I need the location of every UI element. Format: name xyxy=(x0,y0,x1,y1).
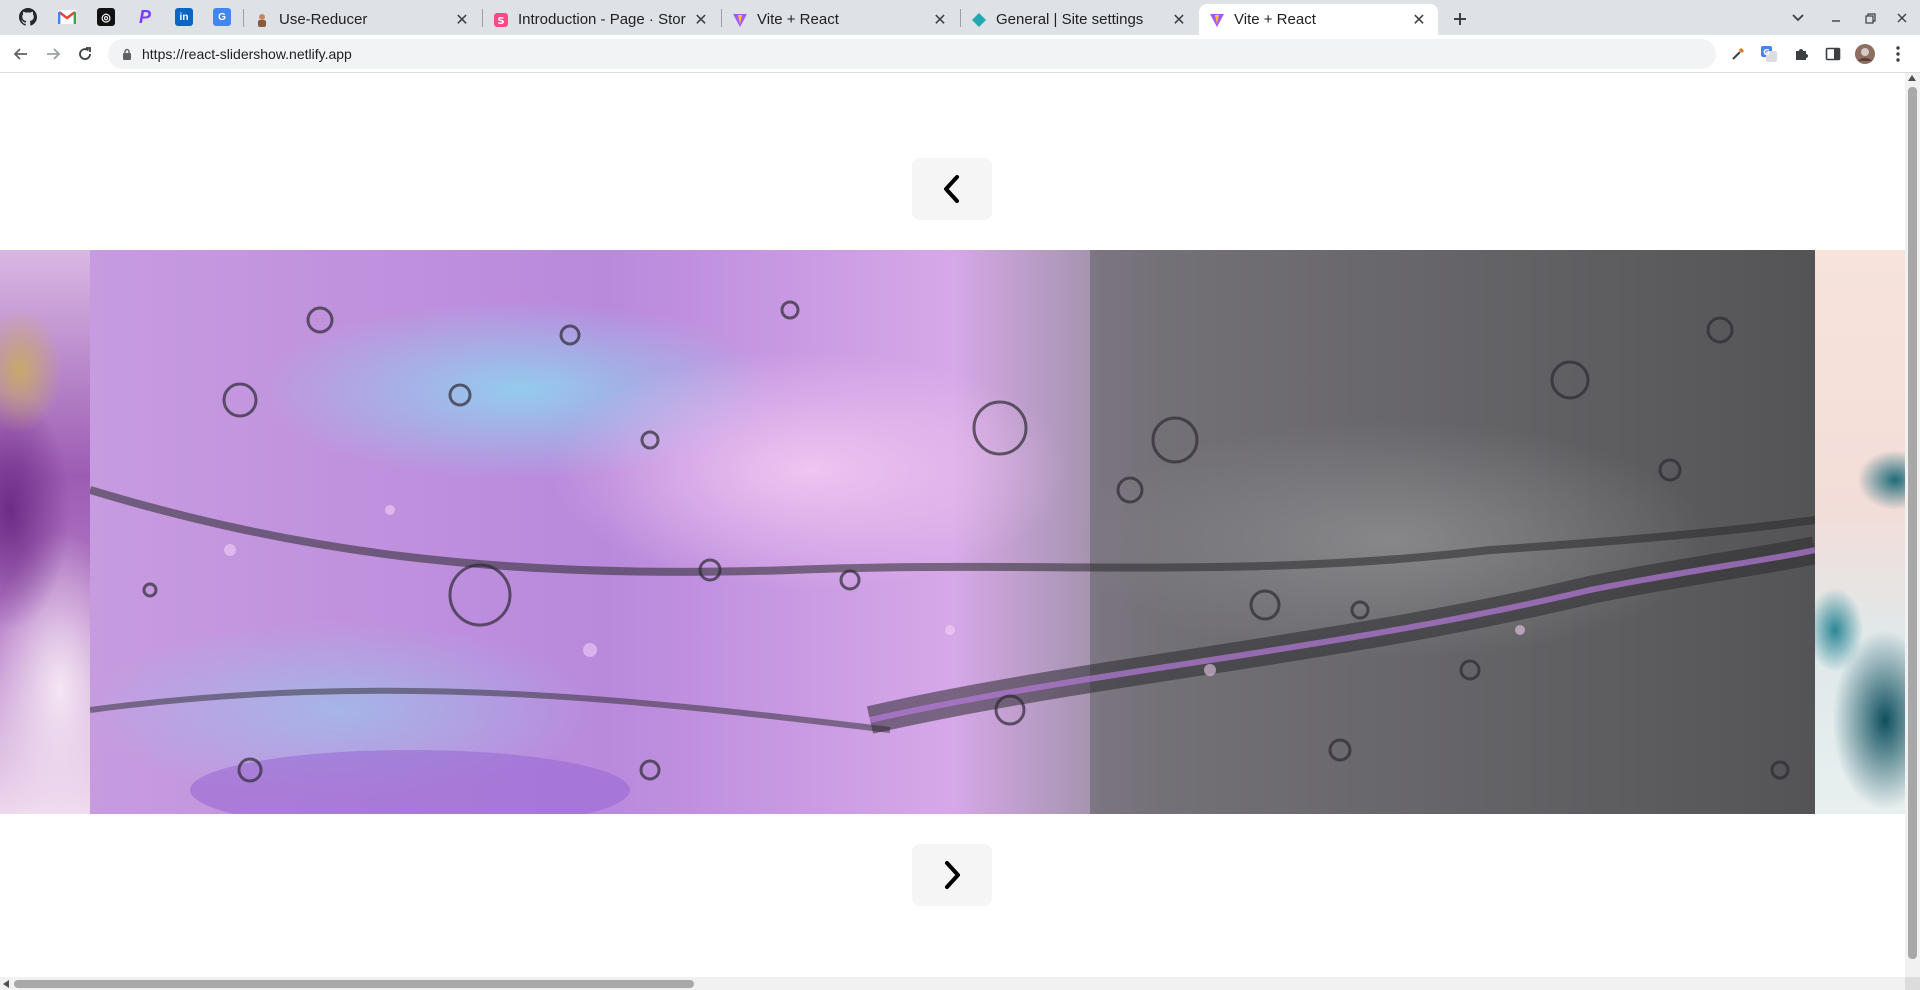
eyedropper-icon xyxy=(1732,47,1745,60)
arrow-right-icon xyxy=(47,48,61,60)
close-icon[interactable]: ✕ xyxy=(931,11,949,29)
reload-icon xyxy=(79,47,91,60)
profile-button[interactable] xyxy=(1853,42,1877,66)
minimize-icon xyxy=(1832,20,1840,22)
arrow-left-icon xyxy=(13,48,27,60)
svg-text:S: S xyxy=(497,16,504,27)
next-slide-image[interactable] xyxy=(1815,250,1905,814)
close-icon[interactable]: ✕ xyxy=(453,11,471,29)
horizontal-scroll-thumb[interactable] xyxy=(14,980,694,988)
restore-button[interactable] xyxy=(1857,6,1883,30)
scroll-left-arrow[interactable] xyxy=(3,980,9,988)
page-content xyxy=(0,73,1905,977)
restore-icon xyxy=(1864,12,1876,24)
chevron-left-icon xyxy=(944,175,959,203)
tab-title: Introduction - Page · Storybook xyxy=(518,11,686,28)
netlify-icon xyxy=(971,12,987,28)
browser-toolbar: https://react-slidershow.netlify.app G xyxy=(0,35,1920,73)
scroll-up-arrow[interactable] xyxy=(1908,75,1916,81)
current-slide-image xyxy=(90,250,1815,814)
pinned-tab-gmail[interactable] xyxy=(49,4,85,30)
lock-icon[interactable] xyxy=(120,47,134,61)
pinned-tab-google-translate[interactable]: G xyxy=(204,4,240,30)
close-icon xyxy=(1897,13,1907,23)
previous-slide-button[interactable] xyxy=(912,158,992,220)
close-icon[interactable]: ✕ xyxy=(1410,11,1428,29)
chevron-down-icon xyxy=(1792,14,1804,22)
previous-slide-image[interactable] xyxy=(0,250,90,814)
url-text: https://react-slidershow.netlify.app xyxy=(142,46,352,62)
frontend-mentor-icon xyxy=(254,12,270,28)
color-picker-extension[interactable] xyxy=(1726,42,1750,66)
tab-storybook[interactable]: S Introduction - Page · Storybook ✕ xyxy=(483,4,720,35)
side-panel-button[interactable] xyxy=(1821,42,1845,66)
chevron-right-icon xyxy=(945,861,960,889)
storybook-icon: S xyxy=(493,12,509,28)
plus-icon xyxy=(1454,13,1466,25)
tab-vite-react[interactable]: Vite + React ✕ xyxy=(722,4,959,35)
vertical-scroll-thumb[interactable] xyxy=(1908,87,1917,959)
pinned-tab-chatgpt[interactable]: ◎ xyxy=(88,4,124,30)
vertical-scrollbar[interactable] xyxy=(1905,73,1920,977)
chatgpt-icon: ◎ xyxy=(97,8,115,26)
tab-strip: ◎ P in G Use-Reducer ✕ S Introduction - … xyxy=(0,0,1920,35)
address-bar[interactable]: https://react-slidershow.netlify.app xyxy=(108,39,1716,69)
side-panel-icon xyxy=(1825,47,1841,61)
google-translate-icon: G xyxy=(1761,46,1777,62)
tab-title: Vite + React xyxy=(757,11,839,28)
github-icon xyxy=(19,8,37,26)
pinned-tab-linkedin[interactable]: in xyxy=(166,4,202,30)
forward-button[interactable] xyxy=(39,40,67,68)
tab-title: Use-Reducer xyxy=(279,11,368,28)
avatar xyxy=(1855,44,1875,64)
next-slide-button[interactable] xyxy=(912,844,992,906)
tab-vite-react-active[interactable]: Vite + React ✕ xyxy=(1199,4,1438,35)
tab-netlify-settings[interactable]: General | Site settings ✕ xyxy=(961,4,1198,35)
tab-search-button[interactable] xyxy=(1785,6,1811,30)
slideshow-track xyxy=(0,250,1905,814)
vite-icon xyxy=(732,12,748,28)
pinned-tab-github[interactable] xyxy=(10,4,46,30)
google-translate-icon: G xyxy=(213,8,231,26)
tab-title: General | Site settings xyxy=(996,11,1144,28)
google-translate-extension[interactable]: G xyxy=(1757,42,1781,66)
paypal-icon: P xyxy=(138,6,151,27)
linkedin-icon: in xyxy=(175,8,193,26)
tab-title: Vite + React xyxy=(1234,11,1316,28)
close-icon[interactable]: ✕ xyxy=(1170,11,1188,29)
vite-icon xyxy=(1209,12,1225,28)
scrollbar-corner xyxy=(1905,977,1920,990)
minimize-button[interactable] xyxy=(1823,6,1849,30)
browser-menu-button[interactable] xyxy=(1886,42,1910,66)
extensions-button[interactable] xyxy=(1789,42,1813,66)
back-button[interactable] xyxy=(7,40,35,68)
new-tab-button[interactable] xyxy=(1447,6,1473,32)
gmail-icon xyxy=(58,10,76,24)
horizontal-scrollbar[interactable] xyxy=(0,977,1905,990)
puzzle-icon xyxy=(1796,49,1808,60)
close-icon[interactable]: ✕ xyxy=(692,11,710,29)
svg-text:G: G xyxy=(1763,48,1770,57)
pinned-tab-paypal[interactable]: P xyxy=(127,4,163,30)
reload-button[interactable] xyxy=(71,40,99,68)
more-vertical-icon xyxy=(1896,46,1900,62)
close-window-button[interactable] xyxy=(1889,6,1915,30)
tab-use-reducer[interactable]: Use-Reducer ✕ xyxy=(244,4,481,35)
